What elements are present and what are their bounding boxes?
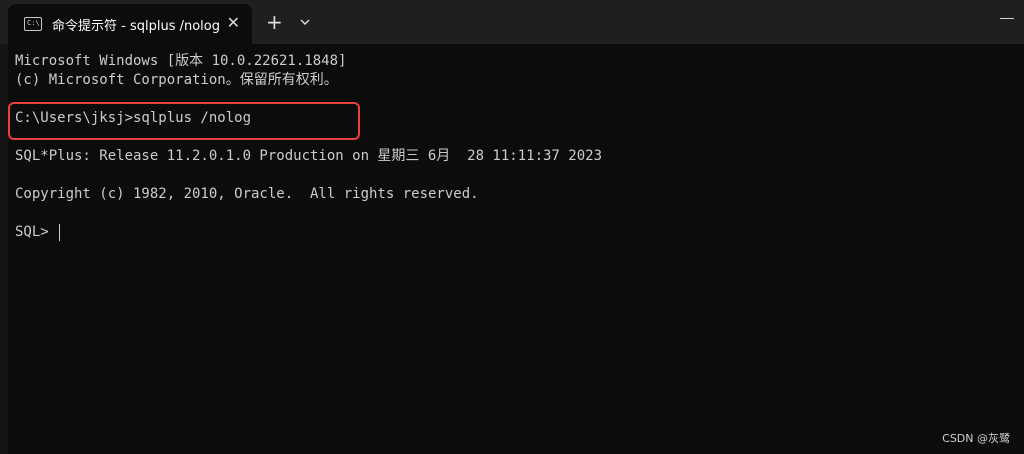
terminal-line: SQL*Plus: Release 11.2.0.1.0 Production …: [15, 148, 603, 164]
sql-prompt-line[interactable]: SQL>: [15, 223, 61, 242]
text-cursor: [59, 223, 61, 241]
sql-prompt: SQL>: [15, 224, 58, 240]
tab-command-prompt[interactable]: C:\ 命令提示符 - sqlplus /nolog ✕: [8, 4, 252, 44]
terminal-line: (c) Microsoft Corporation。保留所有权利。: [15, 72, 338, 88]
command-highlight-box: [8, 102, 360, 140]
terminal-line: Copyright (c) 1982, 2010, Oracle. All ri…: [15, 186, 479, 202]
window-left-edge: [0, 0, 8, 454]
tab-title: 命令提示符 - sqlplus /nolog: [52, 18, 220, 34]
chevron-down-icon[interactable]: [298, 14, 312, 28]
terminal-icon: C:\: [24, 17, 42, 31]
minimize-icon[interactable]: [1000, 18, 1014, 19]
terminal-line: Microsoft Windows [版本 10.0.22621.1848]: [15, 53, 347, 69]
watermark: CSDN @灰鹭: [942, 432, 1010, 445]
title-bar: C:\ 命令提示符 - sqlplus /nolog ✕ +: [0, 0, 1024, 44]
close-tab-icon[interactable]: ✕: [227, 15, 240, 31]
new-tab-button[interactable]: +: [266, 12, 283, 32]
